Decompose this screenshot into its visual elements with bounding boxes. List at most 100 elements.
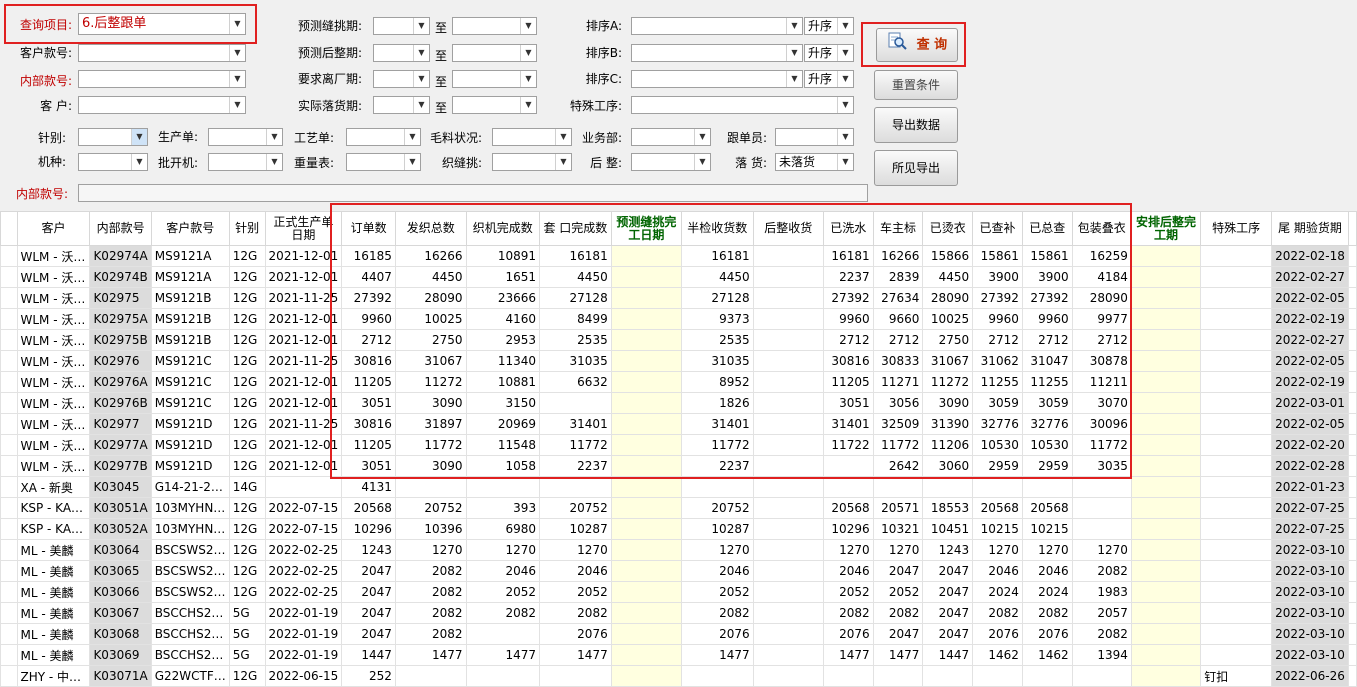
table-cell[interactable]: K02975A bbox=[89, 308, 152, 330]
sort-c-order[interactable]: 升序 ▼ bbox=[804, 70, 854, 88]
table-cell[interactable]: 2082 bbox=[822, 602, 874, 624]
table-cell[interactable] bbox=[1130, 287, 1202, 309]
table-cell[interactable]: 2021-11-25 bbox=[264, 413, 343, 435]
table-cell[interactable] bbox=[752, 371, 824, 393]
table-cell[interactable] bbox=[1130, 266, 1202, 288]
table-cell[interactable]: 11272 bbox=[394, 371, 467, 393]
req-leave-from[interactable]: ▼ bbox=[373, 70, 430, 88]
table-cell[interactable]: 1243 bbox=[922, 539, 974, 561]
table-cell[interactable]: 12G bbox=[228, 392, 266, 414]
row-selector[interactable] bbox=[0, 581, 18, 603]
chevron-down-icon[interactable]: ▼ bbox=[131, 154, 147, 170]
chevron-down-icon[interactable]: ▼ bbox=[786, 71, 802, 87]
table-cell[interactable]: 钉扣 bbox=[1200, 665, 1273, 687]
table-row[interactable]: ML - 美麟 K03064 BSCSWS2… 12G 2022-02-25 1243 12… bbox=[0, 539, 1357, 561]
table-cell[interactable]: 1651 bbox=[465, 266, 541, 288]
craft-select[interactable]: ▼ bbox=[346, 128, 421, 146]
table-cell[interactable]: 2047 bbox=[872, 560, 924, 582]
table-cell[interactable]: WLM - 沃… bbox=[16, 266, 91, 288]
table-cell[interactable]: MS9121C bbox=[150, 371, 230, 393]
table-cell[interactable] bbox=[394, 665, 467, 687]
table-cell[interactable] bbox=[610, 329, 682, 351]
table-cell[interactable]: 1270 bbox=[539, 539, 612, 561]
table-cell[interactable]: 1058 bbox=[465, 455, 541, 477]
column-header[interactable]: 尾 期验货期 bbox=[1271, 211, 1349, 246]
table-cell[interactable]: 14G bbox=[228, 476, 266, 498]
table-cell[interactable]: MS9121D bbox=[150, 434, 230, 456]
table-cell[interactable]: 2022-02-18 bbox=[1271, 245, 1349, 267]
table-cell[interactable]: 2047 bbox=[341, 581, 396, 603]
export-button[interactable]: 导出数据 bbox=[874, 107, 958, 143]
table-cell[interactable]: 3060 bbox=[922, 455, 974, 477]
export-visible-button[interactable]: 所见导出 bbox=[874, 150, 958, 186]
table-cell[interactable]: 2953 bbox=[465, 329, 541, 351]
table-cell[interactable] bbox=[610, 371, 682, 393]
table-cell[interactable] bbox=[752, 245, 824, 267]
table-cell[interactable] bbox=[610, 266, 682, 288]
table-cell[interactable]: 1270 bbox=[822, 539, 874, 561]
column-header[interactable]: 织机完成数 bbox=[465, 211, 541, 246]
table-cell[interactable]: 20752 bbox=[680, 497, 754, 519]
table-cell[interactable]: 11255 bbox=[1021, 371, 1073, 393]
table-row[interactable]: WLM - 沃… K02976A MS9121C 12G 2021-12-01 11205… bbox=[0, 371, 1357, 393]
table-cell[interactable]: 23666 bbox=[465, 287, 541, 309]
table-cell[interactable] bbox=[610, 581, 682, 603]
table-cell[interactable]: 2057 bbox=[1071, 602, 1132, 624]
table-cell[interactable]: 10321 bbox=[872, 518, 924, 540]
chevron-down-icon[interactable]: ▼ bbox=[837, 71, 853, 87]
table-cell[interactable]: 11255 bbox=[972, 371, 1023, 393]
table-cell[interactable]: 4131 bbox=[341, 476, 396, 498]
table-row[interactable]: ML - 美麟 K03066 BSCSWS2… 12G 2022-02-25 2047 20… bbox=[0, 581, 1357, 603]
table-cell[interactable] bbox=[465, 623, 541, 645]
table-cell[interactable]: 2237 bbox=[539, 455, 612, 477]
table-cell[interactable]: 12G bbox=[228, 560, 266, 582]
table-cell[interactable]: 12G bbox=[228, 245, 266, 267]
table-cell[interactable]: MS9121B bbox=[150, 308, 230, 330]
table-cell[interactable]: K03051A bbox=[89, 497, 152, 519]
pred-seam-from[interactable]: ▼ bbox=[373, 17, 430, 35]
table-cell[interactable]: 32776 bbox=[1021, 413, 1073, 435]
table-cell[interactable]: 15861 bbox=[972, 245, 1023, 267]
sort-b-order[interactable]: 升序 ▼ bbox=[804, 44, 854, 62]
row-selector[interactable] bbox=[0, 329, 18, 351]
table-cell[interactable]: 2082 bbox=[972, 602, 1023, 624]
table-cell[interactable]: MS9121A bbox=[150, 266, 230, 288]
table-cell[interactable] bbox=[610, 392, 682, 414]
table-cell[interactable]: 1477 bbox=[822, 644, 874, 666]
chevron-down-icon[interactable]: ▼ bbox=[413, 45, 429, 61]
table-cell[interactable]: 10451 bbox=[922, 518, 974, 540]
table-cell[interactable]: 12G bbox=[228, 518, 266, 540]
chevron-down-icon[interactable]: ▼ bbox=[555, 129, 571, 145]
table-cell[interactable]: ML - 美麟 bbox=[16, 560, 91, 582]
table-cell[interactable]: 2052 bbox=[465, 581, 541, 603]
table-cell[interactable]: 2712 bbox=[1071, 329, 1132, 351]
chevron-down-icon[interactable]: ▼ bbox=[555, 154, 571, 170]
table-cell[interactable] bbox=[1200, 287, 1273, 309]
table-cell[interactable]: 2022-02-05 bbox=[1271, 350, 1349, 372]
table-cell[interactable] bbox=[752, 623, 824, 645]
table-row[interactable]: WLM - 沃… K02975A MS9121B 12G 2021-12-01 9960 1… bbox=[0, 308, 1357, 330]
table-cell[interactable] bbox=[1200, 266, 1273, 288]
column-header[interactable]: 包装叠衣 bbox=[1071, 211, 1132, 246]
table-cell[interactable]: 2046 bbox=[680, 560, 754, 582]
table-cell[interactable]: 10215 bbox=[972, 518, 1023, 540]
table-cell[interactable]: 16181 bbox=[822, 245, 874, 267]
table-cell[interactable]: 1270 bbox=[394, 539, 467, 561]
table-cell[interactable]: 31035 bbox=[680, 350, 754, 372]
table-cell[interactable] bbox=[1130, 602, 1202, 624]
table-cell[interactable] bbox=[1130, 476, 1202, 498]
table-cell[interactable] bbox=[972, 665, 1023, 687]
table-cell[interactable]: K02977B bbox=[89, 455, 152, 477]
table-cell[interactable]: 18553 bbox=[922, 497, 974, 519]
table-cell[interactable] bbox=[1200, 539, 1273, 561]
chevron-down-icon[interactable]: ▼ bbox=[837, 154, 853, 170]
table-cell[interactable]: 1270 bbox=[1021, 539, 1073, 561]
table-cell[interactable]: 9660 bbox=[872, 308, 924, 330]
table-cell[interactable]: 2959 bbox=[972, 455, 1023, 477]
table-cell[interactable] bbox=[922, 665, 974, 687]
table-cell[interactable]: 2237 bbox=[680, 455, 754, 477]
actual-ship-to[interactable]: ▼ bbox=[452, 96, 537, 114]
table-cell[interactable]: 9960 bbox=[1021, 308, 1073, 330]
table-cell[interactable]: 2021-12-01 bbox=[264, 392, 343, 414]
table-cell[interactable] bbox=[465, 665, 541, 687]
